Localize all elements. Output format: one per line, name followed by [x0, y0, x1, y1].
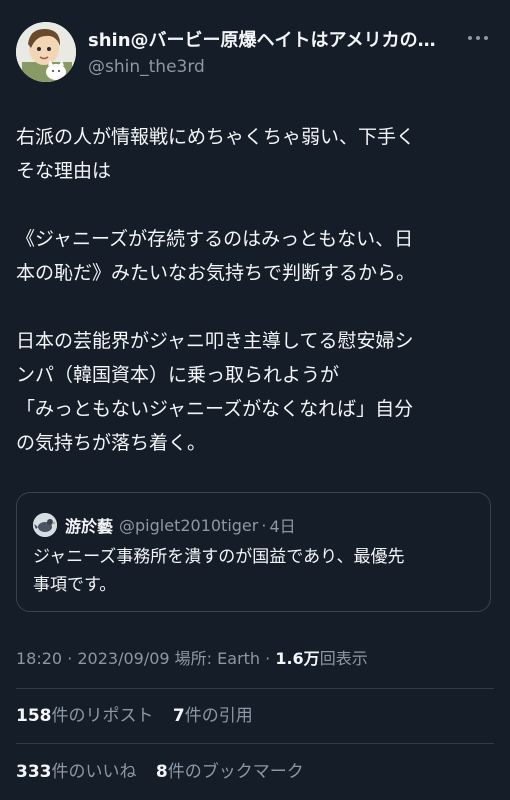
bookmarks-count: 8: [155, 762, 168, 782]
tweet-timestamp-location[interactable]: 18:20 · 2023/09/09 場所: Earth ·: [16, 649, 275, 668]
reposts-label: 件のリポスト: [51, 706, 154, 726]
divider: [16, 743, 494, 744]
author-handle[interactable]: @shin_the3rd: [88, 56, 460, 78]
tweet-line: そな理由は: [16, 160, 112, 182]
quotes-link[interactable]: 7件の引用: [173, 706, 253, 726]
author-avatar[interactable]: [16, 22, 76, 82]
likes-link[interactable]: 333件のいいね: [16, 762, 137, 782]
quoted-tweet-line: ジャニーズ事務所を潰すのが国益であり、最優先: [33, 547, 405, 567]
quoted-tweet[interactable]: 游於藝 @piglet2010tiger · 4日 ジャニーズ事務所を潰すのが国…: [16, 492, 491, 612]
quoted-tweet-text: ジャニーズ事務所を潰すのが国益であり、最優先 事項です。: [33, 543, 473, 599]
tweet-metadata: 18:20 · 2023/09/09 場所: Earth · 1.6万回表示: [16, 648, 368, 670]
quoted-tweet-date[interactable]: 4日: [269, 513, 295, 537]
bookmarks-label: 件のブックマーク: [167, 762, 304, 782]
quoted-author-name[interactable]: 游於藝: [65, 513, 113, 537]
quoted-tweet-header: 游於藝 @piglet2010tiger · 4日: [33, 513, 296, 537]
tweet-line: ンパ（韓国資本）に乗っ取られようが: [16, 364, 340, 386]
tweet-line: 「みっともないジャニーズがなくなれば」自分: [16, 398, 414, 420]
bookmarks-link[interactable]: 8件のブックマーク: [156, 762, 304, 782]
bird-avatar-icon: [33, 513, 57, 537]
tweet-body: 右派の人が情報戦にめちゃくちゃ弱い、下手く そな理由は 《ジャニーズが存続するの…: [16, 120, 494, 460]
likes-label: 件のいいね: [51, 762, 137, 782]
view-count: 1.6万: [275, 649, 320, 668]
more-horizontal-icon[interactable]: [466, 34, 490, 42]
tweet-header: shin@バービー原爆ヘイトはアメリカの… @shin_the3rd: [16, 22, 494, 82]
quotes-label: 件の引用: [184, 706, 253, 726]
view-count-label: 回表示: [319, 649, 368, 668]
tweet-line: 右派の人が情報戦にめちゃくちゃ弱い、下手く: [16, 126, 416, 148]
author-display-name[interactable]: shin@バービー原爆ヘイトはアメリカの…: [88, 30, 460, 52]
tweet-line: 日本の芸能界がジャニ叩き主導してる慰安婦シ: [16, 330, 414, 352]
tweet-line: 本の恥だ》みたいなお気持ちで判断するから。: [16, 262, 416, 284]
quotes-count: 7: [172, 706, 185, 726]
quoted-tweet-line: 事項です。: [33, 575, 117, 595]
quoted-author-avatar[interactable]: [33, 513, 57, 537]
like-bookmark-stats: 333件のいいね 8件のブックマーク: [16, 760, 318, 784]
tweet-line: の気持ちが落ち着く。: [16, 432, 207, 454]
repost-quote-stats: 158件のリポスト 7件の引用: [16, 704, 267, 728]
separator-dot: ·: [261, 515, 267, 535]
reposts-count: 158: [16, 706, 52, 726]
quoted-author-handle[interactable]: @piglet2010tiger: [119, 516, 258, 535]
likes-count: 333: [16, 762, 52, 782]
cartoon-person-avatar-icon: [16, 22, 76, 82]
divider: [16, 688, 494, 689]
tweet-line: 《ジャニーズが存続するのはみっともない、日: [16, 228, 414, 250]
reposts-link[interactable]: 158件のリポスト: [16, 706, 154, 726]
author-names: shin@バービー原爆ヘイトはアメリカの… @shin_the3rd: [88, 30, 460, 78]
